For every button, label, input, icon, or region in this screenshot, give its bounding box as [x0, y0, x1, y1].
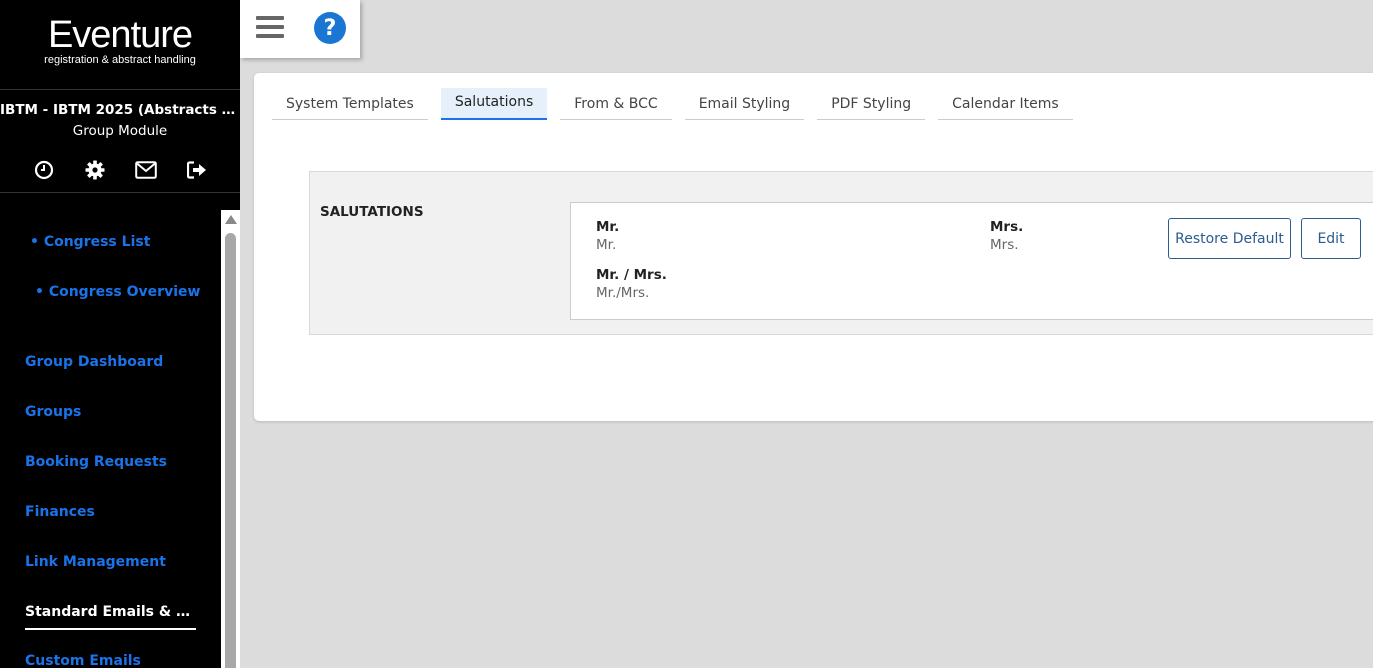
sidebar: Eventure registration & abstract handlin…: [0, 0, 240, 668]
sidebar-scrollbar[interactable]: [221, 210, 240, 668]
sidebar-item-link-management[interactable]: Link Management: [25, 554, 166, 570]
topbar: ?: [240, 0, 360, 58]
section-title: SALUTATIONS: [320, 204, 424, 220]
edit-button[interactable]: Edit: [1301, 218, 1361, 259]
tab-pdf-styling[interactable]: PDF Styling: [817, 88, 926, 120]
salutation-entry-mr-mrs: Mr. / Mrs. Mr./Mrs.: [596, 267, 667, 301]
main-card: System Templates Salutations From & BCC …: [254, 73, 1373, 421]
salutation-value: Mr.: [596, 237, 617, 253]
logout-icon: [186, 161, 206, 179]
sidebar-item-custom-emails[interactable]: Custom Emails: [25, 653, 141, 668]
salutation-value: Mrs.: [990, 237, 1019, 253]
messages-button[interactable]: [120, 159, 171, 181]
sidebar-item-booking-requests[interactable]: Booking Requests: [25, 454, 167, 470]
tab-bar: System Templates Salutations From & BCC …: [272, 88, 1086, 120]
salutations-box: Mr. Mr. Mrs. Mrs. Mr. / Mrs. Mr./Mrs. Re…: [570, 202, 1373, 320]
sidebar-nav: • Congress List • Congress Overview Grou…: [0, 193, 221, 668]
tab-system-templates[interactable]: System Templates: [272, 88, 428, 120]
logo-subtitle: registration & abstract handling: [44, 54, 196, 66]
settings-button[interactable]: [69, 159, 120, 181]
salutation-entry-mrs: Mrs. Mrs.: [990, 219, 1023, 253]
salutations-section: SALUTATIONS Mr. Mr. Mrs. Mrs. Mr. / Mrs.…: [309, 171, 1373, 335]
menu-toggle-button[interactable]: [256, 16, 284, 40]
history-button[interactable]: [18, 159, 69, 181]
salutation-entry-mr: Mr. Mr.: [596, 219, 619, 253]
sidebar-item-standard-emails[interactable]: Standard Emails & Setti...: [25, 604, 196, 630]
salutation-label: Mr. / Mrs.: [596, 267, 667, 283]
sidebar-item-congress-overview[interactable]: • Congress Overview: [35, 284, 200, 300]
tab-from-bcc[interactable]: From & BCC: [560, 88, 672, 120]
logo-title: Eventure: [47, 14, 193, 56]
sidebar-item-finances[interactable]: Finances: [25, 504, 95, 520]
logo-divider: [0, 89, 240, 90]
module-name: Group Module: [72, 123, 168, 139]
sidebar-icon-row: [18, 159, 222, 181]
salutation-label: Mr.: [596, 219, 620, 235]
sidebar-item-congress-list[interactable]: • Congress List: [30, 234, 150, 250]
salutation-value: Mr./Mrs.: [596, 285, 650, 301]
gear-icon: [85, 160, 104, 180]
congress-name: IBTM - IBTM 2025 (Abstracts & Par...: [0, 102, 240, 118]
mail-icon: [134, 161, 157, 179]
hamburger-icon: [256, 16, 284, 20]
help-icon: ?: [323, 15, 337, 41]
sidebar-item-groups[interactable]: Groups: [25, 404, 81, 420]
tab-salutations[interactable]: Salutations: [440, 88, 548, 120]
hamburger-icon-line: [256, 34, 284, 38]
sidebar-item-group-dashboard[interactable]: Group Dashboard: [25, 354, 163, 370]
tab-email-styling[interactable]: Email Styling: [684, 88, 805, 120]
restore-default-button[interactable]: Restore Default: [1168, 218, 1291, 259]
scroll-thumb[interactable]: [225, 233, 236, 668]
hamburger-icon-line: [256, 25, 284, 29]
salutation-label: Mrs.: [990, 219, 1024, 235]
scroll-up-arrow-icon[interactable]: [225, 215, 237, 224]
logout-button[interactable]: [171, 159, 222, 181]
help-button[interactable]: ?: [314, 12, 346, 44]
logo[interactable]: Eventure registration & abstract handlin…: [0, 16, 240, 66]
tab-calendar-items[interactable]: Calendar Items: [938, 88, 1073, 120]
clock-icon: [34, 160, 53, 180]
